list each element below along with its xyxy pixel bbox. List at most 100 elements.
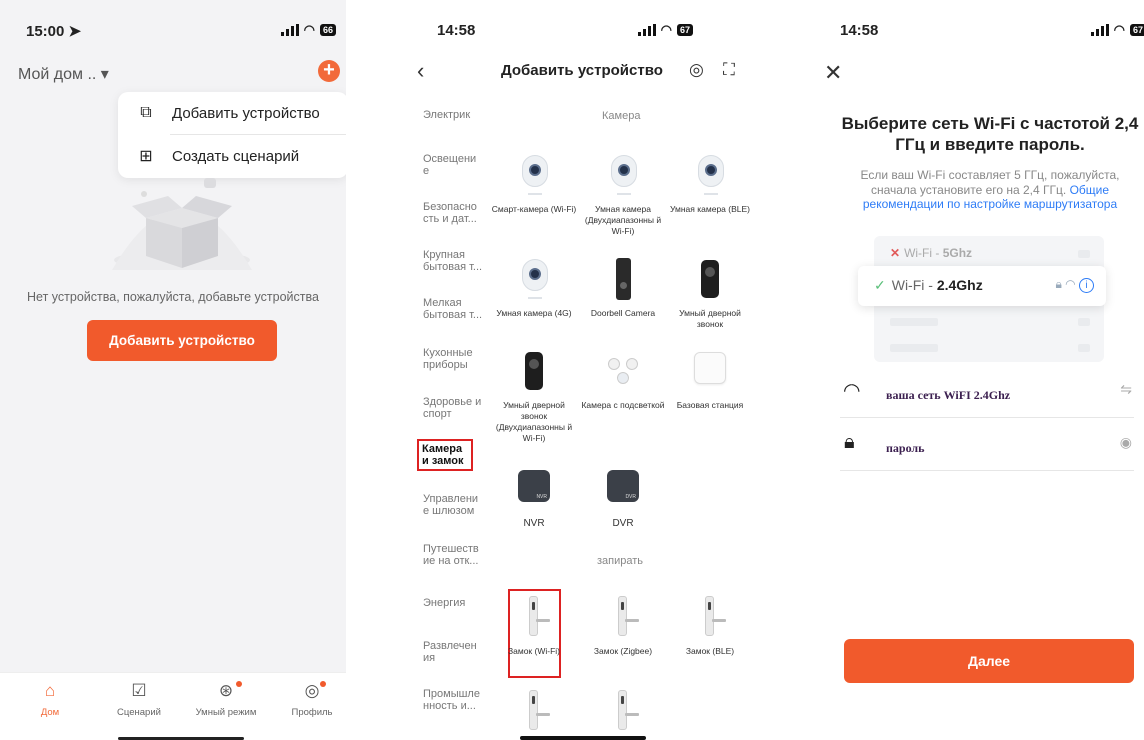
device-lock-zigbee[interactable]: Замок (Zigbee) [579, 594, 667, 657]
empty-box-illustration [112, 178, 252, 270]
wifi-icon: ◠ [660, 22, 672, 37]
device-label: DVR [612, 518, 634, 529]
device-smart-doorbell[interactable]: Умный дверной звонок [666, 256, 753, 330]
wifi-icon: ◠ [303, 22, 315, 37]
battery-icon: 67 [1129, 24, 1144, 36]
add-device-screen: 14:58 ◠ 67 ‹ Добавить устройство ◎ ⛶ Эле… [403, 0, 753, 740]
home-screen: 15:00 ➤ ◠ 66 Мой дом .. ▾ + ⧉ Добавить у… [0, 0, 346, 740]
home-selector[interactable]: Мой дом .. ▾ [18, 64, 109, 84]
create-scene-icon: ⊞ [139, 148, 153, 165]
scene-icon: ☑ [131, 681, 147, 700]
status-time: 15:00 ➤ [26, 23, 82, 40]
ssid-value: ваша сеть WiFI 2.4Ghz [886, 388, 1011, 402]
status-bar: 14:58 ◠ 67 [820, 22, 1144, 42]
status-time: 14:58 [840, 22, 879, 39]
menu-item-label: Создать сценарий [172, 147, 300, 165]
door-lock-image [513, 688, 555, 734]
page-title: Добавить устройство [501, 62, 663, 79]
show-password-icon[interactable]: ◉ [1120, 434, 1132, 451]
device-label: Смарт-камера (Wi-Fi) [491, 204, 577, 214]
device-smart-camera-dualband[interactable]: Умная камера (Двухдиапазонны й Wi-Fi) [579, 152, 667, 237]
status-bar: 15:00 ➤ ◠ 66 [0, 22, 346, 42]
category-item[interactable]: Путешеств ие на отк... [423, 543, 485, 567]
notification-dot [320, 681, 326, 687]
lock-icon: 🔒︎ [1055, 277, 1062, 291]
device-nvr[interactable]: NVR NVR [490, 466, 578, 529]
camera-image [689, 152, 731, 198]
category-item[interactable]: Безопасно сть и дат... [423, 201, 485, 225]
device-floodlight-camera[interactable]: Камера с подсветкой [579, 348, 667, 411]
device-lock-wifi[interactable]: Замок (Wi-Fi) [490, 594, 578, 657]
doorbell-image [513, 348, 555, 394]
wifi-icon: ◜◝ [844, 380, 860, 402]
category-item[interactable]: Освещени е [423, 153, 485, 177]
back-button[interactable]: ‹ [417, 58, 424, 84]
wifi-5ghz-row: ✕ Wi-Fi - 5Ghz [890, 246, 973, 260]
signal-icon [1090, 24, 1109, 36]
category-item[interactable]: Кухонные приборы [423, 347, 485, 371]
device-label: Doorbell Camera [590, 308, 656, 318]
wifi-ssid-field[interactable]: ◜◝ ваша сеть WiFI 2.4Ghz ⇋ [840, 366, 1134, 418]
camera-image [602, 152, 644, 198]
device-label: Умный дверной звонок [679, 308, 741, 329]
smart-mode-icon: ⊛ [218, 681, 234, 700]
device-lock-more[interactable] [490, 688, 578, 740]
category-item[interactable]: Электрик [423, 109, 485, 121]
section-title: Камера [602, 110, 641, 122]
base-station-image [689, 348, 731, 394]
tab-scene[interactable]: ☑ Сценарий [99, 681, 179, 718]
empty-message: Нет устройства, пожалуйста, добавьте уст… [27, 290, 319, 304]
device-label: Замок (Wi-Fi) [508, 646, 560, 656]
home-icon: ⌂ [44, 681, 56, 700]
device-lock-ble[interactable]: Замок (BLE) [666, 594, 753, 657]
device-smart-camera-ble[interactable]: Умная камера (BLE) [666, 152, 753, 215]
device-label: Базовая станция [676, 400, 744, 410]
device-dvr[interactable]: DVR DVR [579, 466, 667, 529]
category-item[interactable]: Здоровье и спорт [423, 396, 485, 420]
dvr-image: DVR [602, 466, 644, 512]
next-button[interactable]: Далее [844, 639, 1134, 683]
close-button[interactable]: ✕ [824, 60, 842, 86]
section-title: запирать [597, 555, 644, 567]
device-label: Умный дверной звонок (Двухдиапазонны й W… [495, 400, 573, 443]
category-item[interactable]: Промышле нность и... [423, 688, 485, 712]
category-item[interactable]: Развлечен ия [423, 640, 485, 664]
wifi-password-field[interactable]: 🔒︎ пароль ◉ [840, 419, 1134, 471]
page-title: Выберите сеть Wi-Fi с частотой 2,4 ГГц и… [841, 114, 1139, 154]
wifi-24ghz-row: ✓ Wi-Fi - 2.4Ghz 🔒︎ ◠ i [858, 266, 1106, 306]
menu-add-device[interactable]: ⧉ Добавить устройство [118, 92, 346, 134]
category-item[interactable]: Управлени е шлюзом [423, 493, 485, 517]
device-smart-camera-wifi[interactable]: Смарт-камера (Wi-Fi) [490, 152, 578, 215]
device-doorbell-camera[interactable]: Doorbell Camera [579, 256, 667, 319]
tab-profile[interactable]: ◎ Профиль [272, 681, 346, 718]
tab-label: Дом [40, 707, 60, 718]
qr-scan-icon[interactable]: ⛶ [723, 60, 735, 80]
instructions-text: Если ваш Wi-Fi составляет 5 ГГц, пожалуй… [860, 168, 1120, 211]
add-device-icon: ⧉ [140, 104, 152, 121]
add-plus-button[interactable]: + [318, 60, 340, 82]
tab-label: Сценарий [117, 707, 161, 718]
tab-smart-mode[interactable]: ⊛ Умный режим [186, 681, 266, 718]
tab-label: Профиль [291, 707, 333, 718]
device-smart-doorbell-dualband[interactable]: Умный дверной звонок (Двухдиапазонны й W… [490, 348, 578, 444]
tab-home[interactable]: ⌂ Дом [10, 681, 90, 718]
add-device-button[interactable]: Добавить устройство [87, 320, 277, 361]
signal-icon [637, 24, 656, 36]
lock-icon: 🔒︎ [844, 431, 855, 453]
device-smart-camera-4g[interactable]: Умная камера (4G) [490, 256, 578, 319]
category-item[interactable]: Мелкая бытовая т... [423, 297, 485, 321]
device-lock-more[interactable] [579, 688, 667, 740]
info-icon: i [1079, 278, 1094, 293]
category-item[interactable]: Крупная бытовая т... [423, 249, 485, 273]
home-indicator [520, 736, 646, 740]
switch-network-icon[interactable]: ⇋ [1120, 381, 1132, 398]
floodlight-camera-image [602, 348, 644, 394]
camera-image [513, 152, 555, 198]
category-item[interactable]: Энергия [423, 597, 485, 609]
device-base-station[interactable]: Базовая станция [666, 348, 753, 411]
tab-label: Умный режим [195, 707, 257, 718]
doorbell-image [689, 256, 731, 302]
scan-nearby-icon[interactable]: ◎ [689, 60, 704, 80]
category-item-selected[interactable]: Камера и замок [417, 439, 473, 471]
door-lock-image [602, 594, 644, 640]
